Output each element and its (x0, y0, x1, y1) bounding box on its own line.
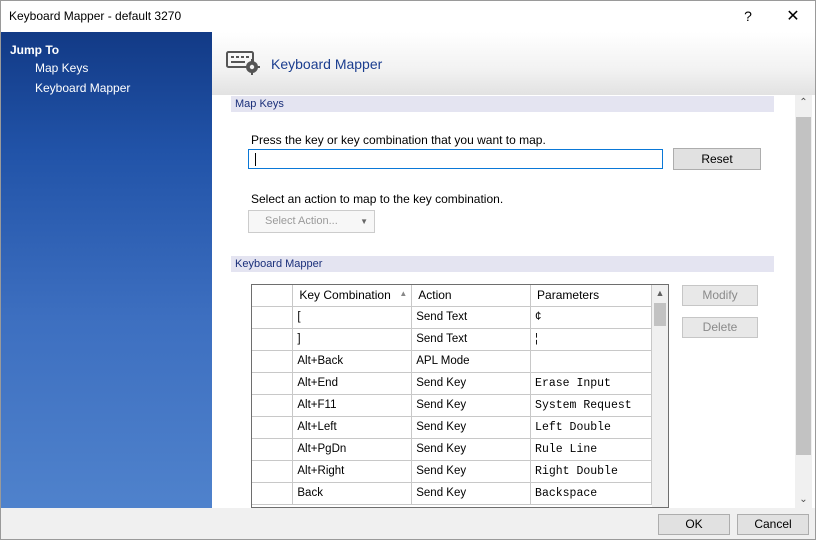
reset-button[interactable]: Reset (673, 148, 761, 170)
scroll-down-icon[interactable]: ⌄ (795, 492, 812, 508)
row-selector[interactable] (252, 416, 294, 439)
action-cell[interactable]: Send Key (411, 372, 532, 395)
key-combination-cell[interactable]: Alt+Left (292, 416, 413, 439)
page-scrollbar[interactable]: ⌃ ⌄ (795, 95, 812, 508)
parameters-cell[interactable]: ¦ (530, 328, 652, 351)
parameters-cell[interactable]: Rule Line (530, 438, 652, 461)
column-header-parameters[interactable]: Parameters (530, 285, 652, 307)
scroll-up-icon[interactable]: ⌃ (795, 95, 812, 111)
column-header-label: Key Combination (299, 288, 391, 303)
column-header-label: Action (418, 288, 452, 303)
reset-button-label: Reset (701, 152, 733, 166)
table-row[interactable]: Alt+End Send Key Erase Input (252, 372, 652, 395)
parameters-cell[interactable]: Left Double (530, 416, 652, 439)
grid-scroll-thumb[interactable] (654, 303, 666, 326)
title-bar: Keyboard Mapper - default 3270 ? ✕ (1, 1, 815, 32)
modify-button[interactable]: Modify (682, 285, 758, 306)
row-selector[interactable] (252, 460, 294, 483)
parameters-cell[interactable] (530, 350, 652, 373)
page-header: Keyboard Mapper (212, 32, 815, 95)
table-row[interactable]: ] Send Text ¦ (252, 328, 652, 351)
row-selector[interactable] (252, 482, 294, 505)
select-action-dropdown[interactable]: Select Action... ▼ (248, 210, 375, 233)
delete-button[interactable]: Delete (682, 317, 758, 338)
page-scroll-thumb[interactable] (796, 117, 811, 455)
sidebar-item-keyboard-mapper[interactable]: Keyboard Mapper (35, 81, 130, 95)
key-combination-cell[interactable]: Alt+End (292, 372, 413, 395)
sort-ascending-icon: ▲ (399, 289, 408, 298)
page-title: Keyboard Mapper (271, 56, 383, 72)
action-cell[interactable]: Send Key (411, 438, 532, 461)
sidebar-heading: Jump To (10, 43, 60, 57)
text-caret (255, 153, 256, 166)
action-cell[interactable]: Send Key (411, 416, 532, 439)
key-combination-cell[interactable]: Alt+PgDn (292, 438, 413, 461)
key-prompt-label: Press the key or key combination that yo… (251, 133, 546, 147)
key-combination-cell[interactable]: Alt+Right (292, 460, 413, 483)
parameters-cell[interactable]: Erase Input (530, 372, 652, 395)
chevron-down-icon: ▼ (360, 217, 368, 226)
row-selector[interactable] (252, 394, 294, 417)
key-combination-cell[interactable]: ] (292, 328, 413, 351)
action-cell[interactable]: Send Key (411, 394, 532, 417)
row-selector[interactable] (252, 438, 294, 461)
key-combination-cell[interactable]: Back (292, 482, 413, 505)
parameters-cell[interactable]: ¢ (530, 306, 652, 329)
keyboard-mapper-section-header: Keyboard Mapper (231, 256, 774, 272)
scroll-up-icon[interactable]: ▲ (652, 285, 668, 301)
grid-scrollbar[interactable]: ▲ (652, 285, 668, 507)
parameters-cell[interactable]: System Request (530, 394, 652, 417)
key-combination-input[interactable] (248, 149, 663, 169)
action-cell[interactable]: Send Text (411, 328, 532, 351)
key-combination-cell[interactable]: [ (292, 306, 413, 329)
parameters-cell[interactable]: Backspace (530, 482, 652, 505)
cancel-button[interactable]: Cancel (737, 514, 809, 535)
table-header-row: Key Combination ▲ Action Parameters (252, 285, 652, 307)
close-icon[interactable]: ✕ (771, 1, 815, 32)
ok-button[interactable]: OK (658, 514, 730, 535)
sidebar-item-map-keys[interactable]: Map Keys (35, 61, 88, 75)
table-body: [Send Text ¢ ] Send Text ¦ Alt+Back APL Mode… (252, 306, 652, 505)
select-action-value: Select Action... (265, 215, 338, 227)
row-selector[interactable] (252, 372, 294, 395)
action-cell[interactable]: Send Key (411, 482, 532, 505)
table-row[interactable]: Back Send Key Backspace (252, 482, 652, 505)
row-selector[interactable] (252, 328, 294, 351)
key-combination-cell[interactable]: Alt+Back (292, 350, 413, 373)
table-row[interactable]: Alt+Right Send Key Right Double (252, 460, 652, 483)
keyboard-gear-icon (226, 51, 260, 75)
action-cell[interactable]: Send Key (411, 460, 532, 483)
column-header-action[interactable]: Action (411, 285, 532, 307)
table-row[interactable]: [Send Text ¢ (252, 306, 652, 329)
key-mappings-grid[interactable]: Key Combination ▲ Action Parameters [Send… (251, 284, 669, 508)
column-header-key-combination[interactable]: Key Combination ▲ (292, 285, 413, 307)
table-row[interactable]: Alt+PgDn Send Key Rule Line (252, 438, 652, 461)
dialog-window: Keyboard Mapper - default 3270 ? ✕ Jump … (0, 0, 816, 540)
parameters-cell[interactable]: Right Double (530, 460, 652, 483)
table-row[interactable]: Alt+Back APL Mode (252, 350, 652, 373)
row-selector-header (252, 285, 294, 307)
help-icon[interactable]: ? (731, 1, 765, 32)
table-row[interactable]: Alt+F11 Send Key System Request (252, 394, 652, 417)
row-selector[interactable] (252, 306, 294, 329)
map-keys-section-header: Map Keys (231, 96, 774, 112)
action-cell[interactable]: APL Mode (411, 350, 532, 373)
column-header-label: Parameters (537, 288, 600, 303)
action-prompt-label: Select an action to map to the key combi… (251, 192, 504, 206)
row-selector[interactable] (252, 350, 294, 373)
action-cell[interactable]: Send Text (411, 306, 532, 329)
key-mappings-table: Key Combination ▲ Action Parameters [Send… (252, 285, 652, 505)
dialog-footer: OK Cancel (1, 508, 815, 539)
jump-to-sidebar: Jump To Map Keys Keyboard Mapper (1, 32, 212, 508)
table-row[interactable]: Alt+Left Send Key Left Double (252, 416, 652, 439)
key-combination-cell[interactable]: Alt+F11 (292, 394, 413, 417)
window-title: Keyboard Mapper - default 3270 (9, 9, 182, 23)
